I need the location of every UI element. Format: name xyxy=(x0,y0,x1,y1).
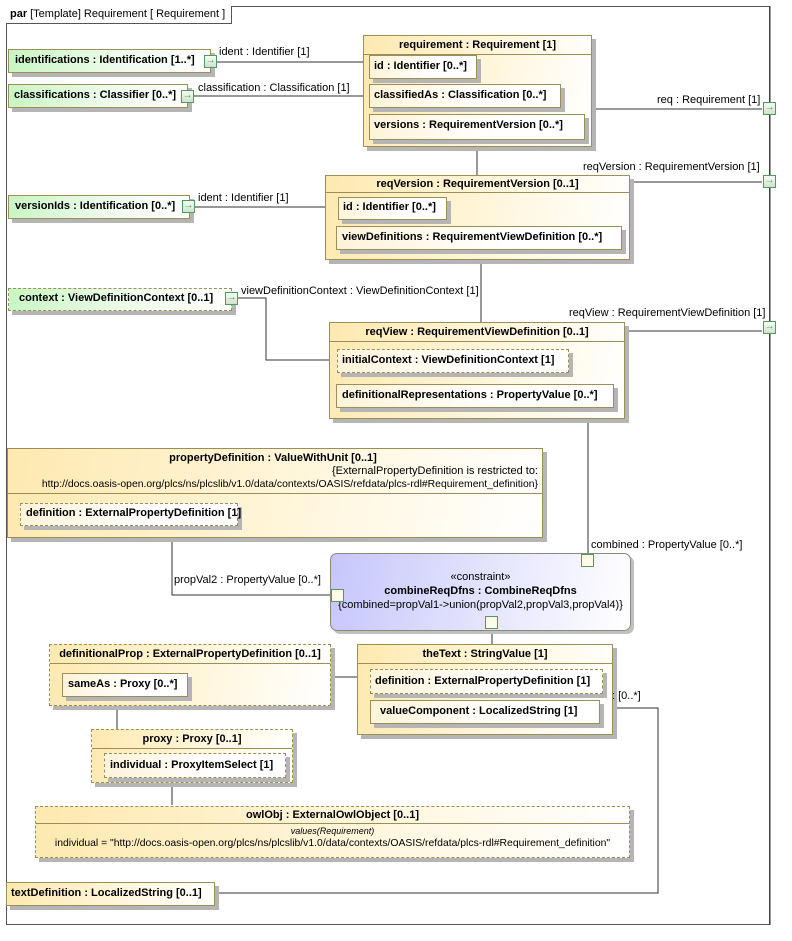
owlobj-values-header: values(Requirement) xyxy=(290,826,375,836)
constraint-title: combineReqDfns : CombineReqDfns xyxy=(384,585,577,597)
part-textdefinition[interactable]: textDefinition : LocalizedString [0..1] xyxy=(6,882,215,906)
property-constraint-line1: {ExternalPropertyDefinition is restricte… xyxy=(331,465,538,477)
connector-label-multiplicity: : [0..*] xyxy=(612,690,641,702)
property-initialcontext[interactable]: initialContext : ViewDefinitionContext [… xyxy=(337,349,569,373)
property-versions-label: versions : RequirementVersion [0..*] xyxy=(374,119,563,131)
part-reqversion-title: reqVersion : RequirementVersion [0..1] xyxy=(326,176,629,193)
connector-label-viewdefinitioncontext: viewDefinitionContext : ViewDefinitionCo… xyxy=(241,285,479,297)
part-thetext-title: theText : StringValue [1] xyxy=(358,645,612,664)
property-valuecomponent[interactable]: valueComponent : LocalizedString [1] xyxy=(370,700,600,724)
connector-label-ident2: ident : Identifier [1] xyxy=(198,192,289,204)
part-classifications-label: classifications : Classifier [0..*] xyxy=(14,89,177,101)
part-propertydefinition-title: propertyDefinition : ValueWithUnit [0..1… xyxy=(169,452,377,464)
connector-label-classification: classification : Classification [1] xyxy=(198,82,350,94)
property-propdef-definition-label: definition : ExternalPropertyDefinition … xyxy=(26,507,242,519)
property-individual[interactable]: individual : ProxyItemSelect [1] xyxy=(104,753,286,778)
connector-label-reqview: reqView : RequirementViewDefinition [1] xyxy=(569,307,766,319)
part-versionids-label: versionIds : Identification [0..*] xyxy=(15,200,176,212)
port-combined[interactable] xyxy=(581,554,594,567)
property-classifiedas[interactable]: classifiedAs : Classification [0..*] xyxy=(369,84,561,108)
connector-label-reqversion: reqVersion : RequirementVersion [1] xyxy=(583,161,760,173)
property-propdef-definition[interactable]: definition : ExternalPropertyDefinition … xyxy=(20,503,242,526)
part-versionids[interactable]: versionIds : Identification [0..*] xyxy=(8,195,190,219)
property-definitionalrepresentations[interactable]: definitionalRepresentations : PropertyVa… xyxy=(336,384,614,408)
port-classifications[interactable]: → xyxy=(181,90,194,103)
connector-label-propval2: propVal2 : PropertyValue [0..*] xyxy=(174,574,321,586)
property-sameas-label: sameAs : Proxy [0..*] xyxy=(68,678,178,690)
port-versionids[interactable]: → xyxy=(182,200,195,213)
part-owlobj-title: owlObj : ExternalOwlObject [0..1] xyxy=(36,807,629,824)
property-thetext-definition-label: definition : ExternalPropertyDefinition … xyxy=(375,675,591,687)
property-reqversion-id-label: id : Identifier [0..*] xyxy=(343,201,436,213)
connector-viewdefinitioncontext xyxy=(238,297,338,361)
property-requirement-id-label: id : Identifier [0..*] xyxy=(374,60,467,72)
property-initialcontext-label: initialContext : ViewDefinitionContext [… xyxy=(342,354,555,366)
part-proxy-title: proxy : Proxy [0..1] xyxy=(92,730,292,749)
property-viewdefinitions-label: viewDefinitions : RequirementViewDefinit… xyxy=(342,231,603,243)
port-arrow-icon: → xyxy=(182,90,193,101)
property-thetext-definition[interactable]: definition : ExternalPropertyDefinition … xyxy=(370,669,603,694)
property-reqversion-id[interactable]: id : Identifier [0..*] xyxy=(338,197,447,220)
property-versions[interactable]: versions : RequirementVersion [0..*] xyxy=(369,114,585,140)
property-sameas[interactable]: sameAs : Proxy [0..*] xyxy=(62,673,188,697)
owlobj-individual-value: individual = "http://docs.oasis-open.org… xyxy=(54,838,611,849)
property-definitionalrepresentations-label: definitionalRepresentations : PropertyVa… xyxy=(342,389,598,401)
part-identifications[interactable]: identifications : Identification [1..*] xyxy=(8,49,211,73)
part-classifications[interactable]: classifications : Classifier [0..*] xyxy=(8,84,188,108)
port-identifications[interactable]: → xyxy=(204,55,217,68)
connector-label-combined: combined : PropertyValue [0..*] xyxy=(591,539,743,551)
property-classifiedas-label: classifiedAs : Classification [0..*] xyxy=(374,89,547,101)
part-identifications-label: identifications : Identification [1..*] xyxy=(15,54,195,66)
property-viewdefinitions[interactable]: viewDefinitions : RequirementViewDefinit… xyxy=(336,226,622,250)
port-arrow-icon: → xyxy=(764,175,775,186)
part-textdefinition-label: textDefinition : LocalizedString [0..1] xyxy=(11,887,202,899)
part-owlobj[interactable]: owlObj : ExternalOwlObject [0..1] values… xyxy=(35,806,630,858)
part-context[interactable]: context : ViewDefinitionContext [0..1] xyxy=(8,288,232,311)
part-reqview-title: reqView : RequirementViewDefinition [0..… xyxy=(330,323,624,342)
port-arrow-icon: → xyxy=(226,292,237,303)
part-requirement-title: requirement : Requirement [1] xyxy=(364,36,591,55)
port-context[interactable]: → xyxy=(225,292,238,305)
part-context-label: context : ViewDefinitionContext [0..1] xyxy=(19,292,214,304)
property-individual-label: individual : ProxyItemSelect [1] xyxy=(110,759,274,771)
property-requirement-id[interactable]: id : Identifier [0..*] xyxy=(369,55,477,79)
constraint-expression: {combined=propVal1->union(propVal2,propV… xyxy=(338,599,623,611)
port-reqview[interactable]: → xyxy=(763,321,776,334)
connector-label-ident1: ident : Identifier [1] xyxy=(219,46,310,58)
part-definitionalprop-title: definitionalProp : ExternalPropertyDefin… xyxy=(50,645,330,664)
port-req[interactable]: → xyxy=(763,102,776,115)
port-arrow-icon: → xyxy=(764,102,775,113)
property-constraint-line2: http://docs.oasis-open.org/plcs/ns/plcsl… xyxy=(41,479,538,490)
connector-label-req: req : Requirement [1] xyxy=(657,94,761,106)
port-thetext-binding[interactable] xyxy=(485,616,498,629)
port-arrow-icon: → xyxy=(764,321,775,332)
port-propval2[interactable] xyxy=(331,589,344,602)
constraint-stereotype: «constraint» xyxy=(450,571,511,583)
port-reqversion[interactable]: → xyxy=(763,175,776,188)
port-arrow-icon: → xyxy=(183,200,194,211)
port-arrow-icon: → xyxy=(205,55,216,66)
property-valuecomponent-label: valueComponent : LocalizedString [1] xyxy=(380,705,578,717)
part-propertydefinition-header: propertyDefinition : ValueWithUnit [0..1… xyxy=(8,449,542,494)
